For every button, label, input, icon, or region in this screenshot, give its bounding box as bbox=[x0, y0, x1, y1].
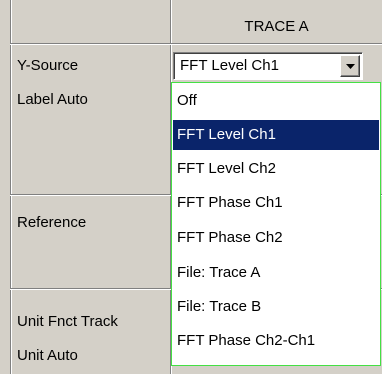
dropdown-option[interactable]: FFT Phase Ch2-Ch1 bbox=[173, 326, 379, 356]
unit-fnct-track-label: Unit Fnct Track bbox=[17, 313, 118, 330]
dropdown-option[interactable]: Off bbox=[173, 86, 379, 116]
trace-header: TRACE A bbox=[244, 18, 309, 35]
y-source-dropdown-list: Off FFT Level Ch1 FFT Level Ch2 FFT Phas… bbox=[171, 82, 381, 366]
unit-auto-label: Unit Auto bbox=[17, 347, 78, 364]
label-auto-label: Label Auto bbox=[17, 91, 88, 108]
dropdown-option[interactable]: FFT Phase Ch1 bbox=[173, 188, 379, 218]
chevron-down-icon bbox=[346, 64, 355, 69]
header-separator-highlight bbox=[10, 44, 382, 45]
y-source-dropdown-button[interactable] bbox=[340, 55, 360, 77]
reference-label: Reference bbox=[17, 214, 87, 231]
y-source-label: Y-Source bbox=[17, 57, 79, 74]
dropdown-option[interactable]: FFT Phase Ch2 bbox=[173, 223, 379, 253]
dropdown-option[interactable]: File: Trace A bbox=[173, 258, 379, 288]
dropdown-option[interactable]: FFT Level Ch1 bbox=[173, 120, 379, 150]
dropdown-option[interactable]: File: Trace B bbox=[173, 292, 379, 322]
panel-left-edge-highlight bbox=[11, 0, 12, 374]
dropdown-option[interactable]: FFT Level Ch2 bbox=[173, 154, 379, 184]
y-source-value: FFT Level Ch1 bbox=[180, 57, 279, 74]
y-source-combo[interactable]: FFT Level Ch1 bbox=[173, 52, 363, 80]
